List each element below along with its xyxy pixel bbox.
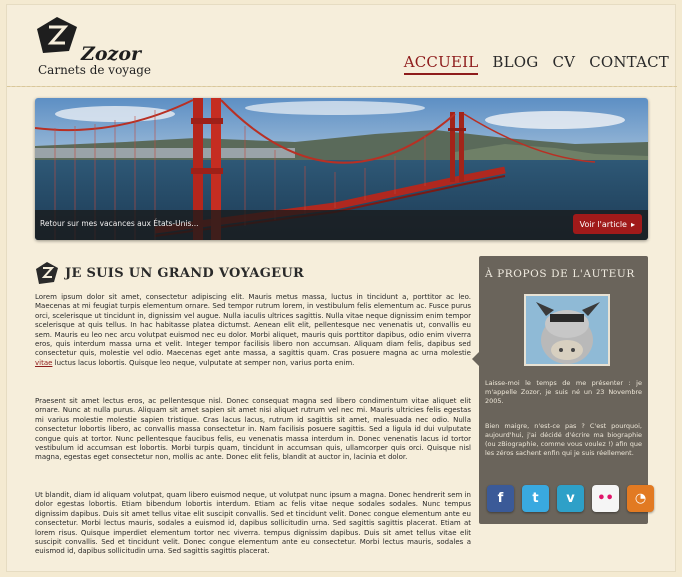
- flickr-icon[interactable]: ••: [592, 485, 619, 512]
- social-links: f t v •• ◔: [487, 485, 654, 512]
- view-article-button[interactable]: Voir l'article ▸: [572, 214, 642, 234]
- vimeo-icon[interactable]: v: [557, 485, 584, 512]
- donkey-avatar-icon: [526, 296, 608, 364]
- banner-caption-bar: Retour sur mes vacances aux États-Unis..…: [35, 210, 648, 240]
- nav-item-contact[interactable]: CONTACT: [589, 53, 669, 75]
- paragraph-1-text-end: luctus lacus lobortis. Quisque leo neque…: [52, 358, 355, 367]
- flickr-glyph: ••: [597, 491, 614, 506]
- view-article-label: Voir l'article: [579, 219, 627, 229]
- site-header: Zozor Carnets de voyage ACCUEIL BLOG CV …: [7, 5, 677, 87]
- author-avatar: [524, 294, 610, 366]
- article-paragraph-3: Ut blandit, diam id aliquam volutpat, qu…: [35, 491, 471, 556]
- sidebar-bio-text: Bien maigre, n'est-ce pas ? C'est pourqu…: [485, 422, 642, 457]
- article-paragraph-1: Lorem ipsum dolor sit amet, consectetur …: [35, 293, 471, 389]
- nav-item-cv[interactable]: CV: [552, 53, 575, 75]
- twitter-icon[interactable]: t: [522, 485, 549, 512]
- main-nav: ACCUEIL BLOG CV CONTACT: [403, 53, 669, 75]
- site-tagline: Carnets de voyage: [38, 63, 152, 77]
- logo-icon[interactable]: [35, 15, 79, 55]
- hero-banner: Retour sur mes vacances aux États-Unis..…: [35, 98, 648, 240]
- article-title: JE SUIS UN GRAND VOYAGEUR: [65, 265, 305, 281]
- banner-caption: Retour sur mes vacances aux États-Unis..…: [40, 219, 199, 228]
- nav-item-blog[interactable]: BLOG: [492, 53, 538, 75]
- site-name[interactable]: Zozor: [81, 43, 141, 65]
- nav-item-accueil[interactable]: ACCUEIL: [403, 53, 479, 75]
- article-paragraph-2: Praesent sit amet lectus eros, ac pellen…: [35, 397, 471, 462]
- article-header: JE SUIS UN GRAND VOYAGEUR: [35, 259, 471, 287]
- rss-icon[interactable]: ◔: [627, 485, 654, 512]
- paragraph-1-text-start: Lorem ipsum dolor sit amet, consectetur …: [35, 293, 471, 358]
- page-frame: Zozor Carnets de voyage ACCUEIL BLOG CV …: [6, 4, 677, 572]
- main-article: JE SUIS UN GRAND VOYAGEUR Lorem ipsum do…: [35, 259, 471, 567]
- sidebar-intro-text: Laisse-moi le temps de me présenter : je…: [485, 379, 642, 405]
- logo-small-icon: [36, 262, 58, 284]
- facebook-icon[interactable]: f: [487, 485, 514, 512]
- about-author-sidebar: À PROPOS DE L'AUTEUR Laisse-moi le temps…: [472, 256, 654, 524]
- inline-link-vitae[interactable]: vitae: [35, 359, 52, 367]
- sidebar-title: À PROPOS DE L'AUTEUR: [485, 268, 635, 280]
- play-arrow-icon: ▸: [630, 219, 635, 229]
